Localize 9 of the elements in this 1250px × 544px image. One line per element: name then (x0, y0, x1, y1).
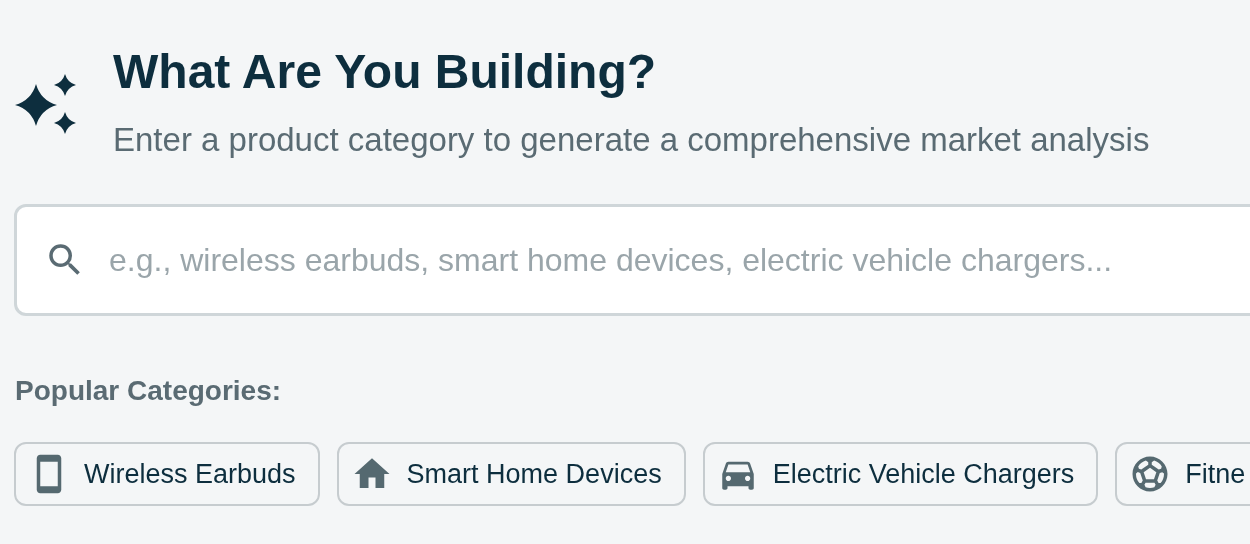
category-chip[interactable]: Smart Home Devices (336, 442, 686, 506)
sparkles-icon (15, 74, 77, 136)
page-subtitle: Enter a product category to generate a comprehensive market analysis (113, 122, 1150, 158)
category-chip[interactable]: Fitne (1115, 442, 1250, 506)
page-title: What Are You Building? (113, 44, 658, 100)
section-label: Popular Categories: (15, 374, 282, 408)
category-chip[interactable]: Electric Vehicle Chargers (702, 442, 1099, 506)
search-field[interactable]: e.g., wireless earbuds, smart home devices, electric vehicle chargers... (14, 204, 1250, 316)
category-chip[interactable]: Wireless Earbuds (14, 442, 320, 506)
